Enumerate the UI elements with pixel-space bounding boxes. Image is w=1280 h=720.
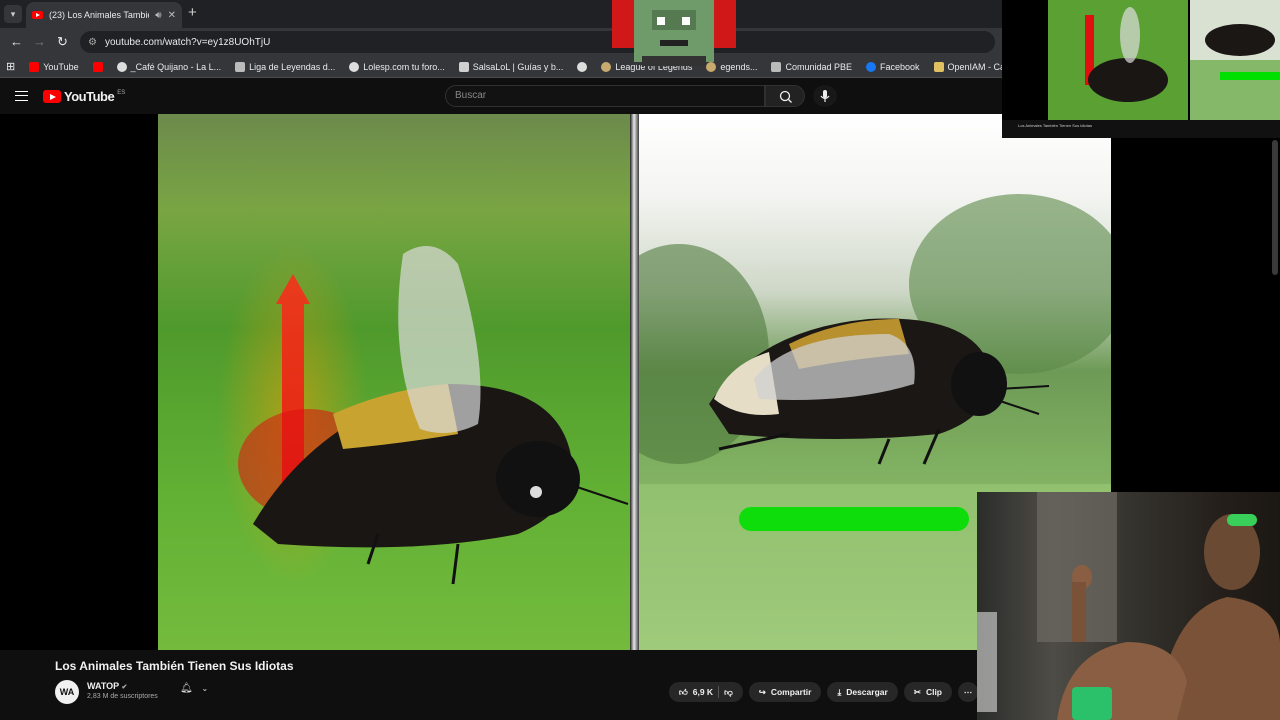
- like-dislike-group: 👍︎ 6,9 K 👎︎: [668, 682, 743, 702]
- bell-icon: 🔔︎: [180, 683, 193, 694]
- page-icon: [771, 61, 782, 72]
- youtube-icon: [92, 61, 103, 72]
- mini-thumbnail-right: [1190, 0, 1280, 120]
- download-label: Descargar: [846, 687, 888, 697]
- forward-arrow-icon[interactable]: →: [33, 34, 46, 49]
- page-scrollbar[interactable]: [1272, 140, 1278, 275]
- region-code: ES: [117, 89, 126, 96]
- site-settings-icon[interactable]: ⚙︎: [88, 37, 97, 48]
- microphone-icon: [820, 90, 830, 102]
- channel-name[interactable]: WATOP: [87, 681, 119, 691]
- bee-landing-image: [218, 244, 629, 585]
- clip-label: Clip: [925, 687, 942, 697]
- youtube-header: YouTube ES Buscar: [0, 78, 1002, 114]
- url-text: youtube.com/watch?v=ey1z8UOhTjU: [104, 36, 271, 48]
- mini-info-bar: Los Animales También Tienen Sus Idiotas: [1002, 120, 1280, 138]
- pixel-monster-overlay: [612, 0, 736, 66]
- like-divider: [718, 686, 720, 698]
- bookmark-label: _Café Quijano - La L...: [130, 61, 222, 72]
- split-divider: [630, 114, 639, 650]
- screen: ▾ (23) Los Animales También 🔊︎ ✕ + ← → ↻…: [0, 0, 1280, 720]
- search-button[interactable]: [765, 85, 805, 107]
- browser-tab-bar: ▾ (23) Los Animales También 🔊︎ ✕ +: [0, 0, 1002, 28]
- youtube-logo[interactable]: YouTube ES: [43, 89, 125, 104]
- share-label: Compartir: [770, 687, 812, 697]
- dislike-icon[interactable]: 👎︎: [724, 687, 733, 698]
- youtube-play-icon: [43, 90, 61, 103]
- bookmark-label: SalsaLoL | Guías y b...: [472, 61, 564, 72]
- video-frame-left: [158, 114, 630, 650]
- bookmark-item[interactable]: Lolesp.com tu foro...: [349, 61, 445, 72]
- page-icon: [933, 61, 944, 72]
- bookmark-label: Comunidad PBE: [785, 61, 852, 72]
- apps-icon[interactable]: ⊞: [6, 60, 15, 73]
- hamburger-menu-icon[interactable]: [15, 91, 28, 101]
- facebook-icon: [866, 61, 876, 72]
- bookmark-label: Liga de Leyendas d...: [249, 61, 336, 72]
- share-button[interactable]: ↪ Compartir: [748, 682, 822, 702]
- video-info-bar: Los Animales También Tienen Sus Idiotas …: [0, 650, 1002, 720]
- bookmark-item[interactable]: Facebook: [866, 61, 920, 72]
- verified-check-icon: ✔︎: [121, 684, 128, 691]
- download-icon: ⤓: [837, 686, 842, 697]
- tab-search-dropdown[interactable]: ▾: [4, 5, 22, 23]
- share-icon: ↪: [758, 686, 766, 697]
- like-icon[interactable]: 👍︎: [679, 687, 688, 698]
- notification-bell-button[interactable]: 🔔︎ ⌄: [180, 683, 208, 694]
- more-actions-button[interactable]: ⋯: [958, 682, 978, 702]
- right-panel: [1111, 138, 1280, 492]
- bookmark-item[interactable]: OpenIAM - Cambiar...: [933, 61, 1002, 72]
- bookmark-label: Lolesp.com tu foro...: [363, 61, 445, 72]
- bookmark-item[interactable]: [577, 61, 588, 72]
- mini-video-title: Los Animales También Tienen Sus Idiotas: [1018, 123, 1092, 128]
- channel-avatar[interactable]: WA: [55, 680, 79, 704]
- download-button[interactable]: ⤓ Descargar: [827, 682, 898, 702]
- channel-name-block[interactable]: WATOP ✔︎: [87, 681, 127, 691]
- lol-icon: [601, 61, 612, 72]
- mini-thumbnail-left: [1048, 0, 1188, 120]
- bookmark-label: OpenIAM - Cambiar...: [947, 61, 1002, 72]
- reload-icon[interactable]: ↻: [57, 34, 68, 50]
- back-arrow-icon[interactable]: ←: [10, 34, 23, 49]
- bookmark-item[interactable]: [92, 61, 103, 72]
- browser-toolbar: ← → ↻ ⚙︎ youtube.com/watch?v=ey1z8UOhTjU: [0, 28, 1002, 56]
- youtube-favicon-icon: [32, 11, 43, 19]
- globe-icon: [577, 61, 588, 72]
- globe-icon: [349, 61, 360, 72]
- more-icon: ⋯: [963, 686, 973, 697]
- bookmark-item[interactable]: YouTube: [29, 61, 79, 72]
- bookmark-label: YouTube: [43, 61, 79, 72]
- s-icon: [458, 61, 469, 72]
- subscriber-count: 2,83 M de suscriptores: [87, 693, 158, 700]
- search-icon: [779, 90, 792, 103]
- page-icon: [235, 61, 246, 72]
- search-input[interactable]: Buscar: [445, 85, 765, 107]
- bookmark-item[interactable]: SalsaLoL | Guías y b...: [458, 61, 564, 72]
- mini-preview-overlay: Los Animales También Tienen Sus Idiotas: [1002, 0, 1280, 138]
- bookmarks-bar: ⊞ YouTube _Café Quijano - La L... Liga de …: [0, 56, 1002, 78]
- new-tab-button[interactable]: +: [188, 4, 197, 21]
- video-player[interactable]: [0, 114, 1111, 650]
- scissors-icon: ✂: [913, 686, 921, 697]
- tab-title: (23) Los Animales También: [49, 10, 150, 20]
- active-tab[interactable]: (23) Los Animales También 🔊︎ ✕: [26, 2, 182, 28]
- globe-icon: [116, 61, 127, 72]
- webcam-overlay: [977, 492, 1280, 720]
- chevron-down-icon: ⌄: [201, 684, 209, 693]
- address-bar[interactable]: ⚙︎ youtube.com/watch?v=ey1z8UOhTjU: [80, 31, 995, 53]
- voice-search-button[interactable]: [813, 85, 837, 107]
- clip-button[interactable]: ✂ Clip: [903, 682, 952, 702]
- bookmark-label: Facebook: [880, 61, 920, 72]
- close-tab-icon[interactable]: ✕: [168, 10, 176, 21]
- video-title: Los Animales También Tienen Sus Idiotas: [55, 659, 294, 673]
- bookmark-item[interactable]: _Café Quijano - La L...: [116, 61, 222, 72]
- video-actions: 👍︎ 6,9 K 👎︎ ↪ Compartir ⤓ Descargar ✂ Cl…: [668, 682, 978, 702]
- speaker-icon[interactable]: 🔊︎: [155, 10, 161, 21]
- like-count[interactable]: 6,9 K: [693, 687, 713, 697]
- youtube-logo-text: YouTube: [64, 89, 115, 104]
- bookmark-item[interactable]: Liga de Leyendas d...: [235, 61, 336, 72]
- webcam-person-image: [977, 492, 1280, 720]
- bookmark-item[interactable]: Comunidad PBE: [771, 61, 852, 72]
- youtube-icon: [29, 61, 40, 72]
